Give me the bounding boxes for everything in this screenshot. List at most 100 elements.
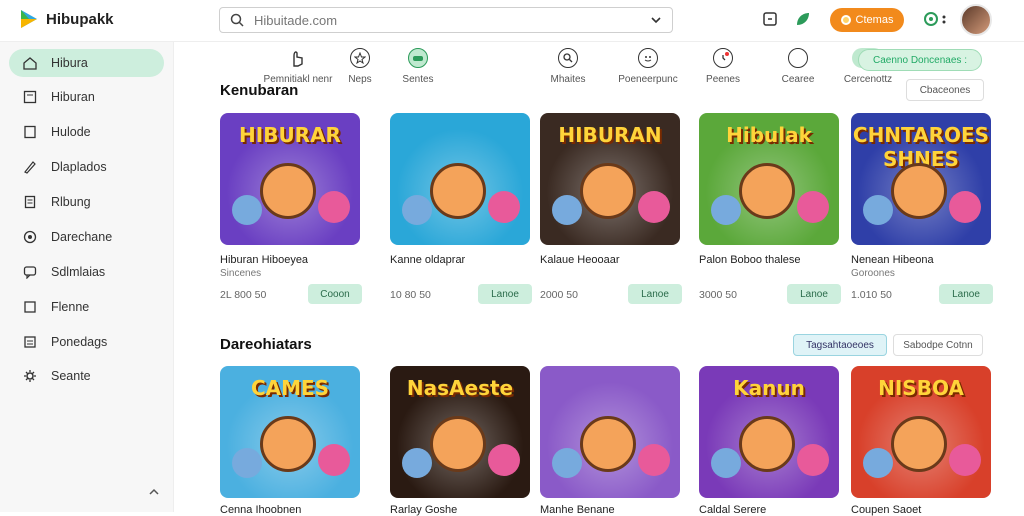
card-subtitle: Goroones	[851, 268, 895, 279]
character-illustration	[318, 191, 350, 223]
section-action-button[interactable]: Cbaceones	[906, 79, 984, 101]
category-pill[interactable]: Caenno Doncenaes :	[858, 49, 982, 71]
sidebar-item-label: Hulode	[51, 125, 91, 139]
status-icon[interactable]	[923, 11, 939, 27]
sidebar-item-home[interactable]: Hibura	[9, 49, 164, 77]
more-icon[interactable]	[941, 11, 947, 27]
list-icon	[24, 336, 36, 348]
character-illustration	[260, 163, 316, 219]
character-illustration	[863, 195, 893, 225]
card-play-button[interactable]: Lanoe	[478, 284, 532, 304]
game-thumbnail[interactable]: HIBURAN	[540, 113, 680, 245]
category-item[interactable]: Mhaites	[528, 48, 608, 85]
sidebar-item-flenne[interactable]: Flenne	[9, 293, 164, 321]
character-illustration	[891, 416, 947, 472]
character-illustration	[488, 191, 520, 223]
sidebar-item-label: Hibura	[51, 56, 88, 70]
logo-icon	[21, 10, 37, 28]
leaf-icon[interactable]	[795, 11, 811, 27]
card-title[interactable]: Cenna Ihoobnen	[220, 504, 301, 516]
character-illustration	[580, 163, 636, 219]
card-title[interactable]: Caldal Serere	[699, 504, 766, 516]
card-title[interactable]: Hiburan Hiboeyea	[220, 254, 308, 266]
sidebar-item-rlbung[interactable]: Rlbung	[9, 188, 164, 216]
sidebar-item-label: Flenne	[51, 300, 90, 314]
card-play-button[interactable]: Lanoe	[787, 284, 841, 304]
thumbnail-title: Hibulak	[726, 123, 812, 147]
category-label: Cercenottz	[843, 74, 893, 85]
game-thumbnail[interactable]: NasAeste	[390, 366, 530, 498]
game-thumbnail[interactable]: CAMES	[220, 366, 360, 498]
game-thumbnail[interactable]: Kanun	[699, 366, 839, 498]
section-title: Dareohiatars	[220, 336, 312, 353]
section-primary-button[interactable]: Tagsahtaoeoes	[793, 334, 887, 356]
game-thumbnail[interactable]	[390, 113, 530, 245]
sidebar-item-ponedags[interactable]: Ponedags	[9, 328, 164, 356]
sidebar-item-sdlmlaias[interactable]: Sdlmlaias	[9, 258, 164, 286]
character-illustration	[580, 416, 636, 472]
chevron-up-icon[interactable]	[148, 486, 160, 498]
app-logo[interactable]: Hibupakk	[18, 8, 114, 30]
card-title[interactable]: Kalaue Heooaar	[540, 254, 620, 266]
card-title[interactable]: Kanne oldaprar	[390, 254, 465, 266]
character-illustration	[638, 444, 670, 476]
character-illustration	[797, 191, 829, 223]
character-illustration	[891, 163, 947, 219]
section-secondary-button[interactable]: Sabodpe Cotnn	[893, 334, 983, 356]
card-title[interactable]: Palon Boboo thalese	[699, 254, 801, 266]
coins-label: Ctemas	[855, 14, 894, 26]
search-icon	[230, 13, 244, 27]
sidebar-item-seante[interactable]: Seante	[9, 362, 164, 390]
character-illustration	[260, 416, 316, 472]
hand-icon	[293, 51, 303, 67]
sidebar-item-hulode[interactable]: Hulode	[9, 118, 164, 146]
sidebar-item-dlaplados[interactable]: Dlaplados	[9, 153, 164, 181]
card-title[interactable]: Manhe Benane	[540, 504, 615, 516]
category-item[interactable]: Poeneerpunc	[608, 48, 688, 85]
square-icon	[24, 125, 36, 139]
character-illustration	[739, 416, 795, 472]
character-illustration	[318, 444, 350, 476]
game-thumbnail[interactable]: NISBOA	[851, 366, 991, 498]
card-title[interactable]: Rarlay Goshe	[390, 504, 457, 516]
thumbnail-title: NISBOA	[878, 376, 964, 400]
game-thumbnail[interactable]: CHNTAROES SHNES	[851, 113, 991, 245]
game-icon	[408, 48, 428, 68]
game-thumbnail[interactable]: HIBURAR	[220, 113, 360, 245]
card-play-button[interactable]: Lanoe	[939, 284, 993, 304]
sidebar-item-label: Sdlmlaias	[51, 265, 106, 279]
sidebar-item-label: Seante	[51, 369, 91, 383]
category-item[interactable]: Peenes	[683, 48, 763, 85]
category-label: Cearee	[781, 74, 815, 85]
search-input[interactable]	[254, 12, 650, 28]
thumbnail-title: NasAeste	[406, 376, 514, 400]
character-illustration	[430, 416, 486, 472]
category-item-active[interactable]: Sentes	[378, 48, 458, 85]
top-bar: Hibupakk Ctemas	[0, 0, 1024, 42]
sidebar-item-hiburan[interactable]: Hiburan	[9, 83, 164, 111]
coins-button[interactable]: Ctemas	[830, 8, 904, 32]
category-label: Sentes	[402, 74, 434, 85]
smile-icon	[638, 48, 658, 68]
game-thumbnail[interactable]: Hibulak	[699, 113, 839, 245]
character-illustration	[402, 448, 432, 478]
character-illustration	[430, 163, 486, 219]
chevron-down-icon[interactable]	[650, 14, 662, 26]
sidebar-item-darechane[interactable]: Darechane	[9, 223, 164, 251]
card-title[interactable]: Coupen Saoet	[851, 504, 921, 516]
card-title[interactable]: Nenean Hibeona	[851, 254, 934, 266]
card-play-button[interactable]: Cooon	[308, 284, 362, 304]
character-illustration	[739, 163, 795, 219]
avatar[interactable]	[960, 4, 992, 36]
character-illustration	[552, 195, 582, 225]
card-play-button[interactable]: Lanoe	[628, 284, 682, 304]
card-subtitle: Sincenes	[220, 268, 262, 279]
character-illustration	[232, 448, 262, 478]
category-item[interactable]: Cearee	[758, 48, 838, 85]
coin-icon	[840, 15, 851, 25]
window-icon[interactable]	[762, 11, 778, 27]
card-price: 2000 50	[540, 289, 578, 301]
search-bar[interactable]	[219, 7, 673, 33]
game-thumbnail[interactable]	[540, 366, 680, 498]
bookmark-icon	[23, 90, 37, 104]
